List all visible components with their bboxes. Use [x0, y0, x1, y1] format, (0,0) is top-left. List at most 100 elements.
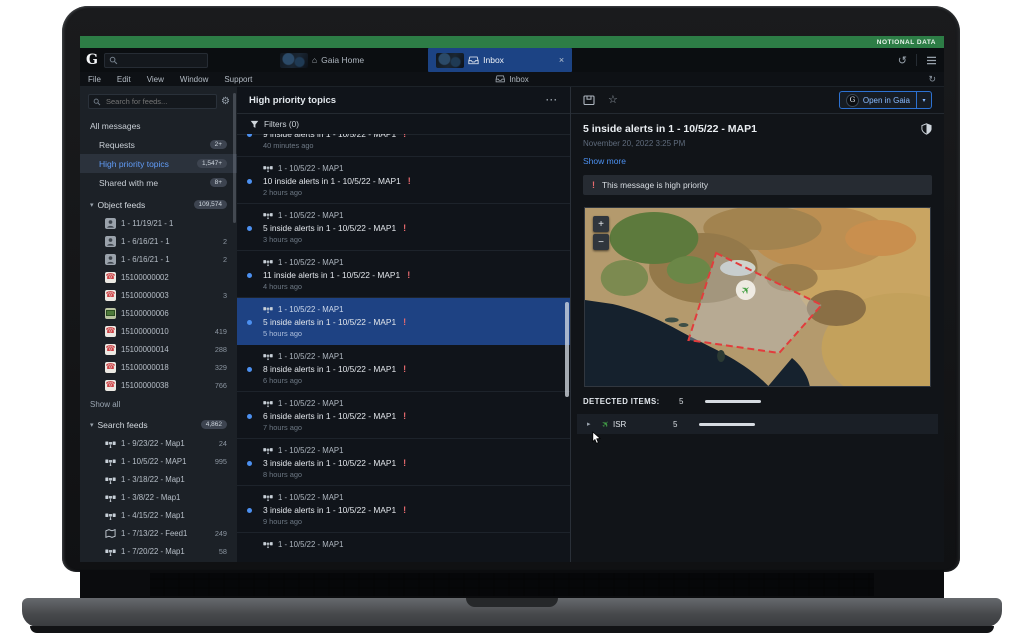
feed-label: 1 - 3/8/22 - Map1	[121, 493, 180, 502]
feed-item[interactable]: 1 - 3/18/22 - Map1	[80, 470, 237, 488]
message-time: 8 hours ago	[263, 470, 560, 481]
menu-support[interactable]: Support	[216, 75, 260, 84]
menu-view[interactable]: View	[139, 75, 172, 84]
inbox-icon	[495, 75, 505, 83]
message-row[interactable]: 1 - 10/5/22 - MAP1	[237, 533, 570, 562]
feed-item[interactable]: 1 - 7/13/22 - Feed1249	[80, 524, 237, 542]
feed-item[interactable]: ☎151000000033	[80, 286, 237, 304]
feed-item[interactable]: ☎15100000038766	[80, 376, 237, 394]
feed-item[interactable]: ☎15100000014288	[80, 340, 237, 358]
map-preview[interactable]: ✈ + −	[584, 207, 931, 387]
feed-item[interactable]: 1 - 10/5/22 - MAP1995	[80, 452, 237, 470]
unread-dot	[247, 508, 252, 513]
classification-label: NOTIONAL DATA	[877, 39, 936, 46]
unread-dot	[247, 273, 252, 278]
tab-inbox[interactable]: Inbox ×	[428, 48, 572, 72]
feed-count: 58	[219, 547, 227, 556]
feed-item[interactable]: 1 - 3/8/22 - Map1	[80, 488, 237, 506]
sidebar-scrollbar[interactable]	[233, 93, 236, 223]
feed-label: 15100000018	[121, 363, 169, 372]
message-row[interactable]: 1 - 10/5/22 - MAP1 10 inside alerts in 1…	[237, 157, 570, 204]
feed-label: 1 - 7/20/22 - Map1	[121, 547, 185, 556]
gaia-logo[interactable]: G	[80, 52, 104, 68]
message-topic: 1 - 10/5/22 - MAP1	[278, 258, 343, 267]
message-alert: 5 inside alerts in 1 - 10/5/22 - MAP1	[263, 317, 396, 327]
sidebar-item-all-messages[interactable]: All messages	[80, 116, 237, 135]
person-icon	[105, 236, 116, 247]
satellite-icon	[263, 210, 273, 220]
feed-item[interactable]: 1 - 6/16/21 - 12	[80, 232, 237, 250]
sidebar-item-requests[interactable]: Requests 2+	[80, 135, 237, 154]
history-icon[interactable]: ↺	[898, 54, 907, 67]
zoom-in-button[interactable]: +	[593, 216, 609, 232]
feed-item[interactable]: 1 - 9/23/22 - Map124	[80, 434, 237, 452]
dropdown-caret-icon[interactable]: ▾	[916, 92, 931, 108]
feed-label: 1 - 7/13/22 - Feed1	[121, 529, 187, 538]
sidebar-group-search-feeds[interactable]: ▾ Search feeds 4,862	[80, 415, 237, 434]
feed-label: 15100000014	[121, 345, 169, 354]
menu-list-icon[interactable]	[926, 56, 937, 65]
tab-gaia-home[interactable]: ⌂ Gaia Home	[272, 48, 372, 72]
sidebar-item-shared-with-me[interactable]: Shared with me 8+	[80, 173, 237, 192]
menu-file[interactable]: File	[80, 75, 109, 84]
unread-dot	[247, 320, 252, 325]
refresh-icon[interactable]: ↻	[928, 74, 936, 85]
detected-item-count: 5	[673, 420, 699, 429]
feed-item[interactable]: 1 - 6/16/21 - 12	[80, 250, 237, 268]
filters-button[interactable]: Filters (0)	[237, 114, 570, 135]
satellite-icon	[105, 510, 116, 521]
show-all-link[interactable]: Show all	[80, 396, 237, 412]
search-feeds-badge: 4,862	[201, 420, 227, 430]
zoom-out-button[interactable]: −	[593, 234, 609, 250]
feed-item[interactable]: ☎15100000002	[80, 268, 237, 286]
menu-window[interactable]: Window	[172, 75, 216, 84]
laptop-base	[22, 598, 1002, 627]
message-row[interactable]: 1 - 10/5/22 - MAP1 8 inside alerts in 1 …	[237, 345, 570, 392]
satellite-icon	[263, 398, 273, 408]
message-topic: 1 - 10/5/22 - MAP1	[278, 305, 343, 314]
star-icon[interactable]: ☆	[608, 95, 618, 106]
list-title: High priority topics	[249, 95, 336, 106]
message-alert: 11 inside alerts in 1 - 10/5/22 - MAP1	[263, 270, 400, 280]
tab-bar: G ⌂ Gaia Home Inbox × ↺	[80, 48, 944, 72]
feed-search[interactable]	[88, 94, 217, 109]
tab-close-icon[interactable]: ×	[559, 56, 564, 65]
feed-item[interactable]: 15100000006	[80, 304, 237, 322]
sidebar-item-high-priority-topics[interactable]: High priority topics 1,547+	[80, 154, 237, 173]
feed-item[interactable]: ☎15100000018329	[80, 358, 237, 376]
unread-dot	[247, 226, 252, 231]
message-list-scrollbar[interactable]	[565, 302, 569, 397]
feed-item[interactable]: 1 - 4/15/22 - Map1	[80, 506, 237, 524]
message-row[interactable]: 1 - 10/5/22 - MAP1 5 inside alerts in 1 …	[237, 204, 570, 251]
message-row[interactable]: 1 - 10/5/22 - MAP1 3 inside alerts in 1 …	[237, 486, 570, 533]
feed-item[interactable]: ☎15100000010419	[80, 322, 237, 340]
message-row[interactable]: 1 - 10/5/22 - MAP1 6 inside alerts in 1 …	[237, 392, 570, 439]
sidebar-group-object-feeds[interactable]: ▾ Object feeds 109,574	[80, 195, 237, 214]
gaia-button-logo: G	[846, 94, 859, 107]
detected-items-bar	[705, 400, 761, 403]
show-more-link[interactable]: Show more	[571, 148, 944, 166]
gear-icon[interactable]: ⚙	[221, 97, 230, 107]
all-messages-label: All messages	[90, 121, 141, 131]
message-row[interactable]: 1 - 10/5/22 - MAP1 9 inside alerts in 1 …	[237, 134, 570, 157]
unread-dot	[247, 461, 252, 466]
open-in-gaia-button[interactable]: G Open in Gaia ▾	[839, 91, 932, 109]
detected-item-row-isr[interactable]: ▸ ✈ ISR 5	[577, 414, 938, 434]
global-search[interactable]	[104, 53, 208, 68]
message-row[interactable]: 1 - 10/5/22 - MAP1 3 inside alerts in 1 …	[237, 439, 570, 486]
inbox-thumbnail	[436, 53, 464, 68]
message-alert: 10 inside alerts in 1 - 10/5/22 - MAP1	[263, 176, 401, 186]
message-topic: 1 - 10/5/22 - MAP1	[278, 164, 343, 173]
archive-icon[interactable]	[583, 94, 595, 106]
feed-label: 1 - 3/18/22 - Map1	[121, 475, 185, 484]
menu-edit[interactable]: Edit	[109, 75, 139, 84]
feed-item[interactable]: 1 - 11/19/21 - 1	[80, 214, 237, 232]
feed-item[interactable]: 1 - 7/20/22 - Map1 58	[80, 542, 237, 560]
message-row[interactable]: 1 - 10/5/22 - MAP1 11 inside alerts in 1…	[237, 251, 570, 298]
feed-search-input[interactable]	[104, 96, 212, 107]
satellite-icon	[105, 474, 116, 485]
search-icon	[109, 56, 118, 65]
more-options-icon[interactable]: ···	[546, 95, 558, 105]
global-search-input[interactable]	[121, 55, 203, 66]
message-row-selected[interactable]: 1 - 10/5/22 - MAP1 5 inside alerts in 1 …	[237, 298, 570, 345]
